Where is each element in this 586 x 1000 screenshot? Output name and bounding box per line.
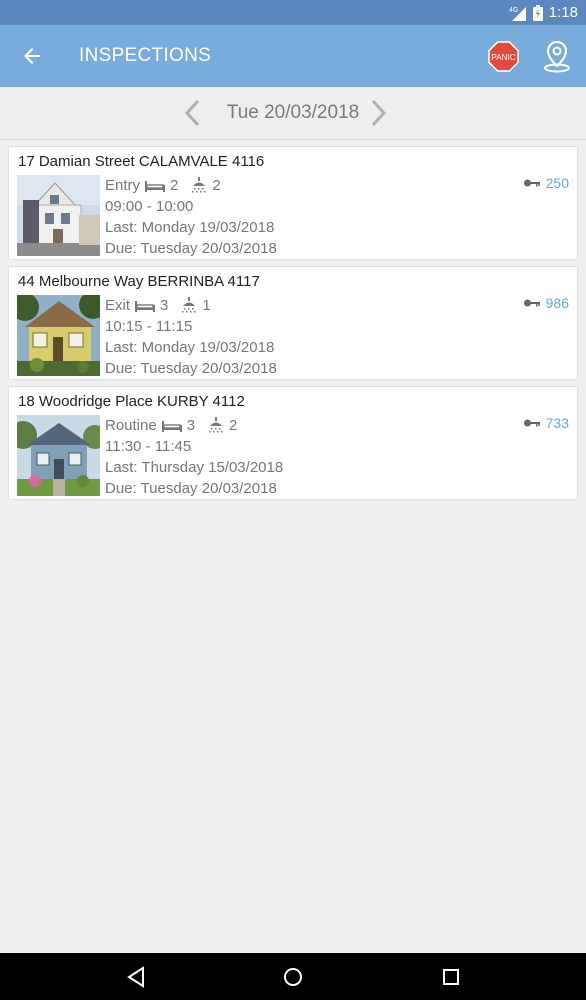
inspection-info: Entry 2 2 09:00 - 10:00 Last: Monday 19/…: [105, 175, 277, 259]
inspection-info: Exit 3 1 10:15 - 11:15 Last: Monday 19/0…: [105, 295, 277, 379]
key-number: 733: [523, 415, 569, 431]
bathroom-count: 1: [202, 297, 211, 314]
inspection-address: 18 Woodridge Place KURBY 4112: [18, 393, 245, 410]
key-number-text: 986: [545, 295, 569, 311]
nav-home-circle-icon[interactable]: [282, 966, 304, 988]
inspection-list: 17 Damian Street CALAMVALE 4116 Entry 2 …: [8, 146, 578, 506]
signal-icon: 4G: [509, 6, 526, 21]
inspection-card[interactable]: 44 Melbourne Way BERRINBA 4117 Exit 3 1 …: [8, 266, 578, 380]
back-arrow-icon[interactable]: [20, 44, 44, 68]
inspection-type: Entry: [105, 177, 141, 194]
app-bar: INSPECTIONS PANIC: [0, 25, 586, 87]
due-date: Due: Tuesday 20/03/2018: [105, 480, 277, 497]
shower-icon: [182, 296, 196, 312]
last-inspection: Last: Thursday 15/03/2018: [105, 459, 284, 476]
inspection-card[interactable]: 18 Woodridge Place KURBY 4112 Routine 3 …: [8, 386, 578, 500]
bathroom-count: 2: [229, 417, 238, 434]
key-number: 986: [523, 295, 569, 311]
key-icon: [523, 299, 540, 307]
inspection-address: 17 Damian Street CALAMVALE 4116: [18, 153, 265, 170]
bed-icon: [161, 420, 182, 432]
bedroom-count: 3: [160, 297, 169, 314]
battery-icon: [532, 4, 543, 21]
due-date: Due: Tuesday 20/03/2018: [105, 240, 277, 257]
inspection-time: 09:00 - 10:00: [105, 198, 194, 215]
panic-button[interactable]: PANIC: [488, 41, 519, 72]
status-time: 1:18: [548, 4, 578, 21]
bed-icon: [135, 300, 156, 312]
inspection-type: Exit: [105, 297, 131, 314]
house-photo: [17, 175, 100, 256]
key-icon: [523, 419, 540, 427]
page-title: INSPECTIONS: [79, 45, 212, 66]
inspection-info: Routine 3 2 11:30 - 11:45 Last: Thursday…: [105, 415, 283, 499]
bathroom-count: 2: [212, 177, 221, 194]
status-bar: 4G 1:18: [0, 0, 586, 25]
inspection-address: 44 Melbourne Way BERRINBA 4117: [18, 273, 260, 290]
bedroom-count: 2: [170, 177, 179, 194]
shower-icon: [192, 176, 206, 192]
nav-recents-square-icon[interactable]: [441, 967, 461, 987]
nav-back-triangle-icon[interactable]: [125, 966, 147, 988]
last-inspection: Last: Monday 19/03/2018: [105, 339, 275, 356]
location-pin-icon[interactable]: [541, 39, 573, 73]
key-icon: [523, 179, 540, 187]
inspection-time: 10:15 - 11:15: [105, 318, 193, 335]
next-day-chevron-icon[interactable]: [370, 99, 388, 127]
house-photo: [17, 295, 100, 376]
due-date: Due: Tuesday 20/03/2018: [105, 360, 277, 377]
last-inspection: Last: Monday 19/03/2018: [105, 219, 275, 236]
key-number: 250: [523, 175, 569, 191]
current-date: Tue 20/03/2018: [226, 102, 360, 123]
inspection-card[interactable]: 17 Damian Street CALAMVALE 4116 Entry 2 …: [8, 146, 578, 260]
network-type-text: 4G: [509, 7, 518, 14]
system-navigation-bar: [0, 953, 586, 1000]
date-navigator: Tue 20/03/2018: [0, 87, 586, 140]
bed-icon: [145, 180, 166, 192]
inspection-type: Routine: [105, 417, 157, 434]
bedroom-count: 3: [186, 417, 196, 434]
shower-icon: [209, 416, 223, 432]
panic-label: PANIC: [491, 53, 516, 62]
inspection-time: 11:30 - 11:45: [105, 438, 192, 455]
house-photo: [17, 415, 100, 496]
key-number-text: 250: [545, 175, 569, 191]
key-number-text: 733: [545, 415, 569, 431]
